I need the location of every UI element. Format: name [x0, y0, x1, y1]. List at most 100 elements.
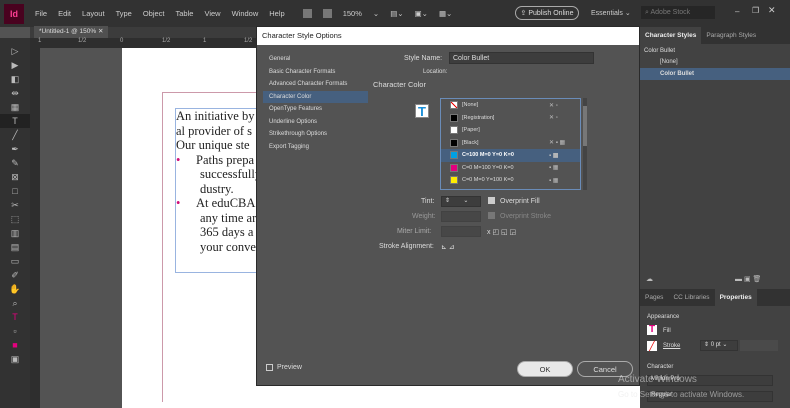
swatch-item[interactable]: C=0 M=100 Y=0 K=0 ▪ ▦ [441, 162, 580, 175]
tab-pages[interactable]: Pages [640, 289, 668, 306]
eyedropper-tool-icon[interactable]: ✐ [0, 268, 30, 282]
style-name-input[interactable]: Color Bullet [449, 52, 594, 64]
workspace-switcher[interactable]: Essentials ⌄ [591, 9, 631, 17]
rectangle-frame-tool-icon[interactable]: ⊠ [0, 170, 30, 184]
fill-stroke-icon[interactable]: T [0, 310, 30, 324]
vertical-ruler[interactable] [30, 48, 40, 408]
type-tool-icon[interactable]: T [0, 114, 30, 128]
note-tool-icon[interactable]: ▭ [0, 254, 30, 268]
tint-input[interactable]: ⇕ ⌄ [441, 196, 481, 207]
stroke-none-icon[interactable]: ╱ [647, 341, 657, 351]
nav-advanced-character-formats[interactable]: Advanced Character Formats [263, 78, 368, 91]
restore-button[interactable]: ❐ [752, 6, 759, 15]
menu-file[interactable]: File [35, 9, 47, 18]
stroke-alignment-icons[interactable]: ⊾ ⊿ [441, 243, 455, 251]
swatch-item[interactable]: [Paper] [441, 124, 580, 137]
minimize-button[interactable]: – [735, 7, 739, 16]
selection-tool-icon[interactable]: ▷ [0, 44, 30, 58]
direct-selection-tool-icon[interactable]: ▶ [0, 58, 30, 72]
menu-help[interactable]: Help [269, 9, 284, 18]
pen-tool-icon[interactable]: ✒ [0, 142, 30, 156]
join-icons[interactable]: x ◰ ◱ ◲ [487, 228, 516, 236]
ok-button[interactable]: OK [517, 361, 573, 377]
nav-strikethrough-options[interactable]: Strikethrough Options [263, 128, 368, 141]
nav-export-tagging[interactable]: Export Tagging [263, 141, 368, 154]
arrange-documents-icon[interactable]: ▦⌄ [439, 9, 452, 18]
fill-text-icon[interactable]: T [415, 104, 429, 119]
zoom-level[interactable]: 150% [343, 9, 362, 18]
menu-object[interactable]: Object [143, 9, 165, 18]
tab-cc-libraries[interactable]: CC Libraries [668, 289, 714, 306]
character-heading: Character [647, 364, 674, 370]
style-name-label: Style Name: [404, 55, 443, 62]
stroke-label[interactable]: Stroke [663, 343, 680, 349]
scissors-tool-icon[interactable]: ✂ [0, 198, 30, 212]
appearance-heading: Appearance [647, 314, 680, 320]
style-item-none[interactable]: [None] [640, 56, 790, 68]
hand-tool-icon[interactable]: ✋ [0, 282, 30, 296]
panel-footer-icons[interactable]: ▬ ▣ 🗑 [735, 275, 761, 283]
stroke-weight-input[interactable]: ⇕ 0 pt ⌄ [700, 340, 738, 351]
swatch-color-chip [450, 138, 458, 147]
menu-table[interactable]: Table [176, 9, 194, 18]
stroke-type-dropdown[interactable] [740, 340, 778, 351]
swatch-scrollbar[interactable] [583, 98, 587, 190]
zoom-dropdown-icon[interactable]: ⌄ [373, 9, 379, 18]
pencil-tool-icon[interactable]: ✎ [0, 156, 30, 170]
menu-layout[interactable]: Layout [82, 9, 105, 18]
swatch-item[interactable]: [None] ✕ ▫ [441, 99, 580, 112]
page-tool-icon[interactable]: ◧ [0, 72, 30, 86]
bullet: • [176, 152, 181, 167]
menu-edit[interactable]: Edit [58, 9, 71, 18]
fill-icon[interactable]: T [647, 325, 657, 335]
tab-character-styles[interactable]: Character Styles [640, 27, 702, 44]
swatch-item[interactable]: C=100 M=0 Y=0 K=0 ▪ ▦ [441, 149, 580, 162]
bridge-icon[interactable] [302, 9, 312, 18]
horizontal-ruler[interactable]: 1 1/2 0 1/2 1 1/2 [30, 38, 256, 48]
cc-libraries-icon[interactable]: ☁ [646, 275, 653, 283]
free-transform-tool-icon[interactable]: ⬚ [0, 212, 30, 226]
document-text[interactable]: An initiative by al provider of s Our un… [176, 109, 258, 254]
overprint-fill-label: Overprint Fill [500, 198, 540, 205]
nav-general[interactable]: General [263, 53, 368, 66]
formatting-affects-icon[interactable]: ▫ [0, 324, 30, 338]
swatch-item[interactable]: [Black] ✕ ▪ ▦ [441, 137, 580, 150]
miter-limit-input[interactable] [441, 226, 481, 237]
swatch-item[interactable]: C=0 M=0 Y=100 K=0 ▪ ▦ [441, 174, 580, 187]
location-label: Location: [423, 69, 448, 75]
document-tab[interactable]: *Untitled-1 @ 150% ✕ [34, 26, 108, 38]
overprint-fill-checkbox[interactable] [488, 197, 495, 204]
stroke-alignment-label: Stroke Alignment: [379, 243, 434, 250]
content-collector-icon[interactable]: ▦ [0, 100, 30, 114]
publish-online-button[interactable]: ⇪ Publish Online [515, 6, 579, 20]
nav-character-color[interactable]: Character Color [263, 90, 368, 103]
rectangle-tool-icon[interactable]: □ [0, 184, 30, 198]
nav-basic-character-formats[interactable]: Basic Character Formats [263, 66, 368, 79]
nav-underline-options[interactable]: Underline Options [263, 116, 368, 129]
gap-tool-icon[interactable]: ⇹ [0, 86, 30, 100]
search-input[interactable]: ⌕ Adobe Stock [641, 6, 715, 19]
screen-mode-icon[interactable]: ▣⌄ [415, 9, 428, 18]
overprint-stroke-checkbox[interactable] [488, 212, 495, 219]
menu-type[interactable]: Type [116, 9, 132, 18]
stock-icon[interactable] [322, 9, 332, 18]
view-options-icon[interactable]: ▤⌄ [390, 9, 403, 18]
weight-input[interactable] [441, 211, 481, 222]
swatch-item[interactable]: [Registration] ✕ ▫ [441, 112, 580, 125]
close-window-button[interactable]: ✕ [768, 5, 776, 16]
zoom-tool-icon[interactable]: ⌕ [0, 296, 30, 310]
line-tool-icon[interactable]: ╱ [0, 128, 30, 142]
style-item-color-bullet[interactable]: Color Bullet [640, 68, 790, 80]
apply-color-icon[interactable]: ■ [0, 338, 30, 352]
menu-window[interactable]: Window [232, 9, 259, 18]
tab-properties[interactable]: Properties [714, 289, 757, 306]
menu-view[interactable]: View [204, 9, 220, 18]
tab-paragraph-styles[interactable]: Paragraph Styles [701, 27, 761, 44]
swatch-type-icons: ✕ ▪ ▦ [549, 140, 566, 147]
preview-checkbox[interactable] [266, 364, 273, 371]
nav-opentype-features[interactable]: OpenType Features [263, 103, 368, 116]
gradient-feather-tool-icon[interactable]: ▤ [0, 240, 30, 254]
screen-mode-tool-icon[interactable]: ▣ [0, 352, 30, 366]
gradient-swatch-tool-icon[interactable]: ▥ [0, 226, 30, 240]
swatch-type-icons: ▪ ▦ [549, 165, 559, 172]
